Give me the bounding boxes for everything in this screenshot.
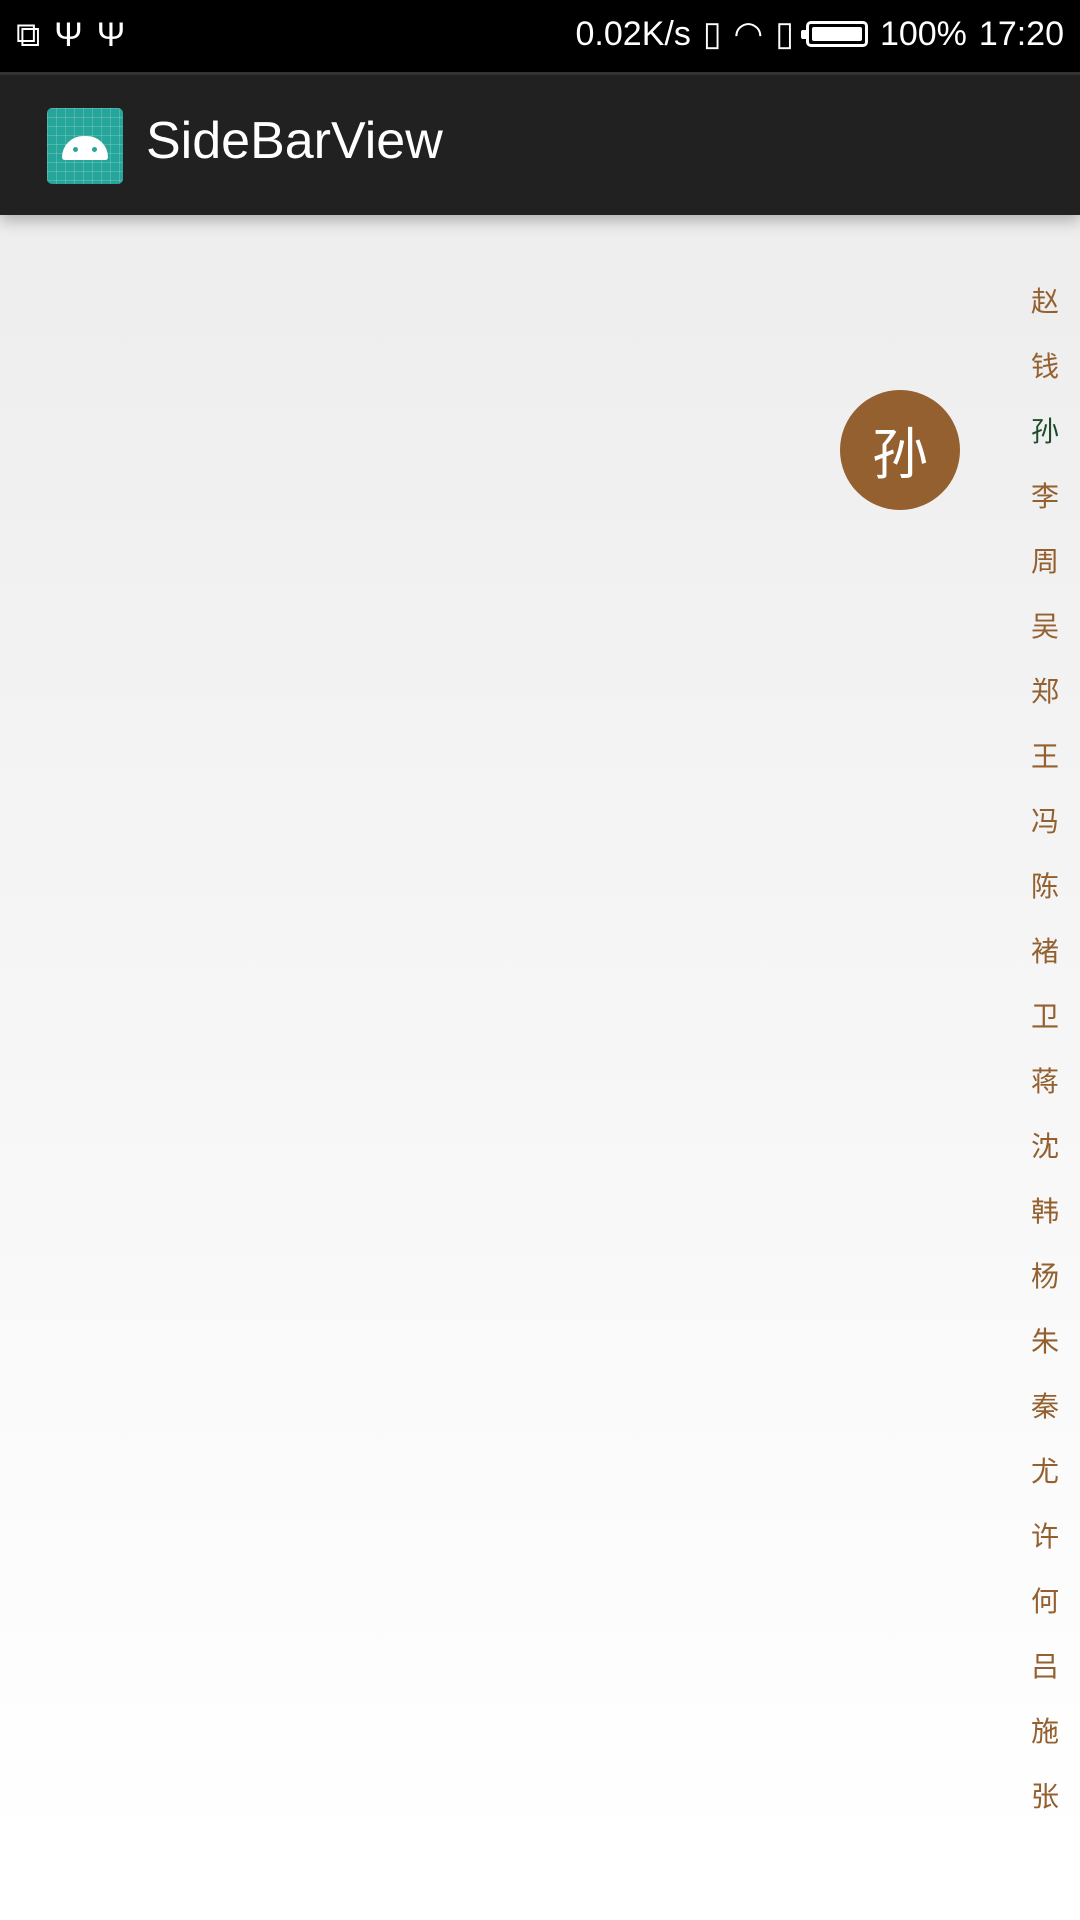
clock: 17:20 <box>978 14 1064 53</box>
sidebar-letter[interactable]: 杨 <box>1020 1255 1080 1320</box>
battery-percent: 100% <box>879 14 967 53</box>
sidebar-letter[interactable]: 孙 <box>1020 410 1080 475</box>
sidebar-letter[interactable]: 朱 <box>1020 1320 1080 1385</box>
sidebar-letter[interactable]: 尤 <box>1020 1450 1080 1515</box>
sidebar-letter[interactable]: 韩 <box>1020 1190 1080 1255</box>
vibrate-icon: ▯ <box>702 15 722 53</box>
sidebar-letter[interactable]: 沈 <box>1020 1125 1080 1190</box>
sidebar-letter[interactable]: 吕 <box>1020 1645 1080 1710</box>
android-app-icon <box>47 108 123 184</box>
usb-icon: Ψ <box>54 16 83 54</box>
sidebar-letter[interactable]: 秦 <box>1020 1385 1080 1450</box>
sidebar-letter[interactable]: 卫 <box>1020 995 1080 1060</box>
sidebar-letter[interactable]: 吴 <box>1020 605 1080 670</box>
sim-icon: ▯ <box>775 15 794 53</box>
battery-icon <box>800 21 868 47</box>
sidebar-letter[interactable]: 周 <box>1020 540 1080 605</box>
sidebar-letter[interactable]: 张 <box>1020 1775 1080 1840</box>
sidebar-letter[interactable]: 褚 <box>1020 930 1080 995</box>
usb-icon: Ψ <box>96 16 126 54</box>
sidebar-letter[interactable]: 许 <box>1020 1515 1080 1580</box>
cast-icon: ⧉ <box>16 16 41 54</box>
wifi-icon: ◠ <box>733 15 764 53</box>
toolbar: SideBarView <box>0 72 1080 215</box>
sidebar-letter[interactable]: 赵 <box>1020 280 1080 345</box>
sidebar-letter[interactable]: 李 <box>1020 475 1080 540</box>
sidebar-letter[interactable]: 冯 <box>1020 800 1080 865</box>
sidebar-letter[interactable]: 王 <box>1020 735 1080 800</box>
status-bar: ⧉ Ψ Ψ 0.02K/s ▯ ◠ ▯ 100% 17:20 <box>0 0 1080 72</box>
sidebar-letter[interactable]: 郑 <box>1020 670 1080 735</box>
selected-letter-bubble: 孙 <box>840 390 960 510</box>
sidebar-letter[interactable]: 钱 <box>1020 345 1080 410</box>
sidebar-letter[interactable]: 何 <box>1020 1580 1080 1645</box>
side-index-bar[interactable]: 赵钱孙李周吴郑王冯陈褚卫蒋沈韩杨朱秦尤许何吕施张 <box>1020 280 1080 1840</box>
sidebar-letter[interactable]: 蒋 <box>1020 1060 1080 1125</box>
sidebar-letter[interactable]: 施 <box>1020 1710 1080 1775</box>
app-title: SideBarView <box>146 112 443 170</box>
sidebar-letter[interactable]: 陈 <box>1020 865 1080 930</box>
net-speed: 0.02K/s <box>575 14 691 53</box>
